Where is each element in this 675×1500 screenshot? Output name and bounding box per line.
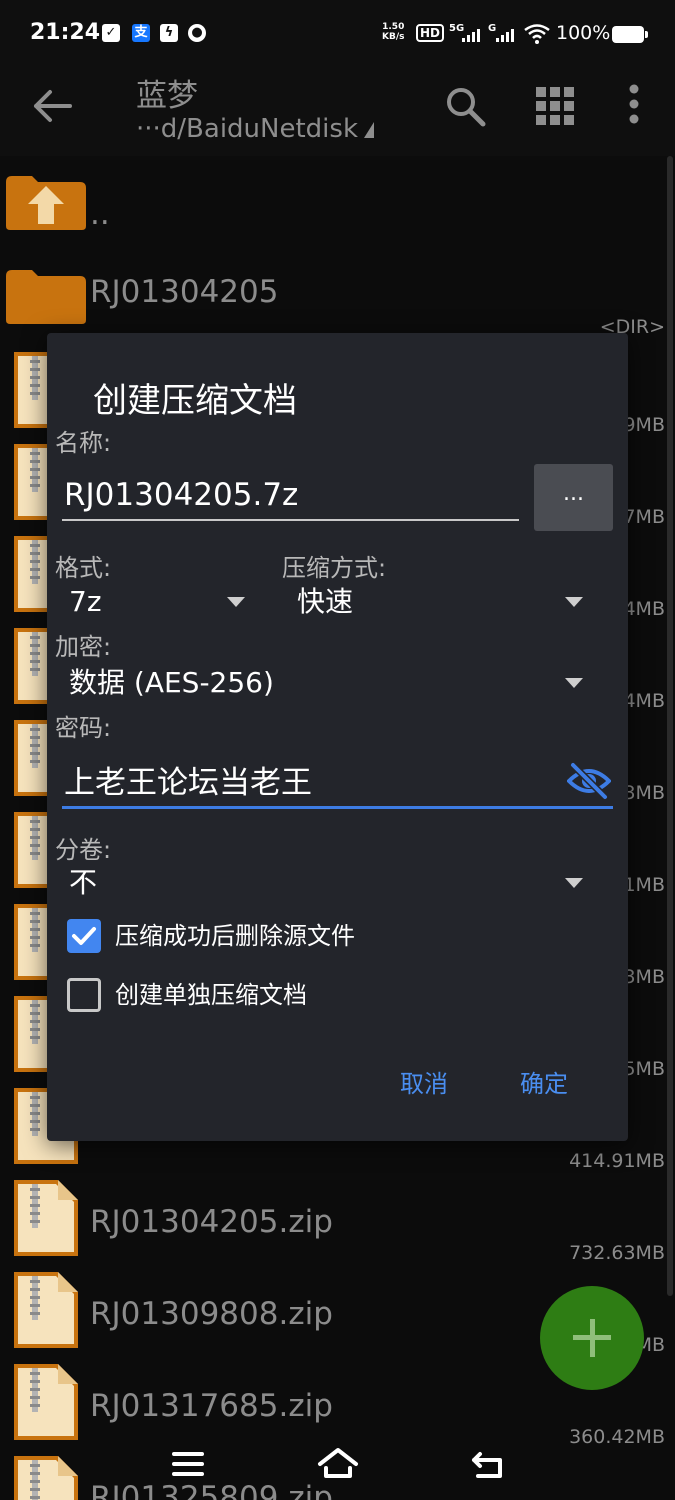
signal-1-icon	[462, 28, 480, 42]
file-name: ..	[90, 196, 110, 232]
zip-file-icon	[14, 1364, 78, 1440]
create-archive-dialog: 创建压缩文档 名称: RJ01304205.7z ... 格式: 压缩方式: 7…	[47, 333, 628, 1141]
sim2-type: G	[488, 23, 497, 34]
check-icon	[72, 927, 96, 945]
split-value: 不	[69, 866, 98, 899]
chevron-down-icon	[227, 597, 245, 607]
bolt-icon: ϟ	[160, 24, 178, 42]
toolbar-title: 蓝梦	[136, 78, 198, 114]
status-time: 21:24	[30, 20, 101, 45]
name-label: 名称:	[55, 429, 112, 457]
encrypt-label: 加密:	[55, 633, 112, 661]
path-text: ···d/BaiduNetdisk	[136, 114, 359, 144]
separate-archive-checkbox[interactable]	[67, 978, 101, 1012]
delete-source-label: 压缩成功后删除源文件	[115, 922, 355, 950]
wifi-icon	[524, 24, 550, 44]
speed-unit: KB/s	[382, 32, 405, 42]
method-value: 快速	[297, 585, 354, 618]
password-label: 密码:	[55, 714, 112, 742]
zip-file-icon	[14, 1272, 78, 1348]
zip-file-icon	[14, 1180, 78, 1256]
back-nav-icon[interactable]	[466, 1444, 510, 1484]
battery-percent: 100%	[556, 22, 611, 44]
archive-name-input[interactable]: RJ01304205.7z	[62, 465, 519, 521]
more-options-icon[interactable]	[612, 84, 656, 128]
chevron-down-icon	[565, 597, 583, 607]
signal-2-icon	[496, 28, 514, 42]
hd-badge: HD	[416, 24, 445, 42]
file-name: RJ01304205	[90, 274, 279, 310]
path-dropdown-icon	[364, 122, 375, 138]
split-select[interactable]: 不	[69, 858, 587, 908]
password-input[interactable]: 上老王论坛当老王	[62, 755, 613, 809]
delete-source-checkbox[interactable]	[67, 919, 101, 953]
menu-nav-icon[interactable]	[166, 1444, 210, 1484]
encrypt-value: 数据 (AES-256)	[69, 666, 274, 699]
add-fab-button[interactable]	[540, 1286, 644, 1390]
toolbar-path[interactable]: ···d/BaiduNetdisk	[136, 114, 375, 144]
password-value: 上老王论坛当老王	[64, 765, 312, 801]
visibility-off-icon[interactable]	[567, 761, 611, 801]
network-speed: 1.50 KB/s	[382, 22, 404, 42]
toolbar: 蓝梦 ···d/BaiduNetdisk	[0, 66, 675, 156]
back-arrow-icon[interactable]	[30, 86, 78, 126]
separate-archive-label: 创建单独压缩文档	[115, 981, 307, 1009]
file-name: RJ01309808.zip	[90, 1296, 333, 1332]
folder-up-icon	[6, 176, 86, 230]
chevron-down-icon	[565, 678, 583, 688]
battery-icon	[612, 26, 648, 43]
wechat-icon: ●	[188, 24, 206, 42]
ok-button[interactable]: 确定	[520, 1064, 568, 1099]
list-item[interactable]: RJ01304205.zip 732.63MB	[0, 1162, 675, 1264]
browse-button[interactable]: ...	[534, 464, 613, 531]
list-item[interactable]: RJ01304205 <DIR>	[0, 248, 675, 340]
file-name: RJ01317685.zip	[90, 1388, 333, 1424]
grid-view-icon[interactable]	[533, 84, 577, 128]
clipboard-icon: ✓	[102, 24, 120, 42]
folder-icon	[6, 270, 86, 324]
format-select[interactable]: 7z	[69, 577, 249, 627]
cancel-button[interactable]: 取消	[400, 1064, 448, 1099]
file-name: RJ01304205.zip	[90, 1204, 333, 1240]
status-bar: 21:24 ✓ 支 ϟ ● 1.50 KB/s HD 5G G 100%	[0, 0, 675, 66]
navigation-bar	[0, 1436, 675, 1500]
encrypt-select[interactable]: 数据 (AES-256)	[69, 658, 587, 708]
search-icon[interactable]	[443, 84, 487, 128]
speed-value: 1.50	[382, 22, 405, 32]
format-value: 7z	[69, 585, 102, 618]
home-nav-icon[interactable]	[316, 1444, 360, 1484]
list-item-parent[interactable]: ..	[0, 156, 675, 248]
alipay-icon: 支	[132, 24, 150, 42]
method-select[interactable]: 快速	[297, 577, 587, 627]
chevron-down-icon	[565, 878, 583, 888]
dialog-title: 创建压缩文档	[93, 381, 297, 421]
